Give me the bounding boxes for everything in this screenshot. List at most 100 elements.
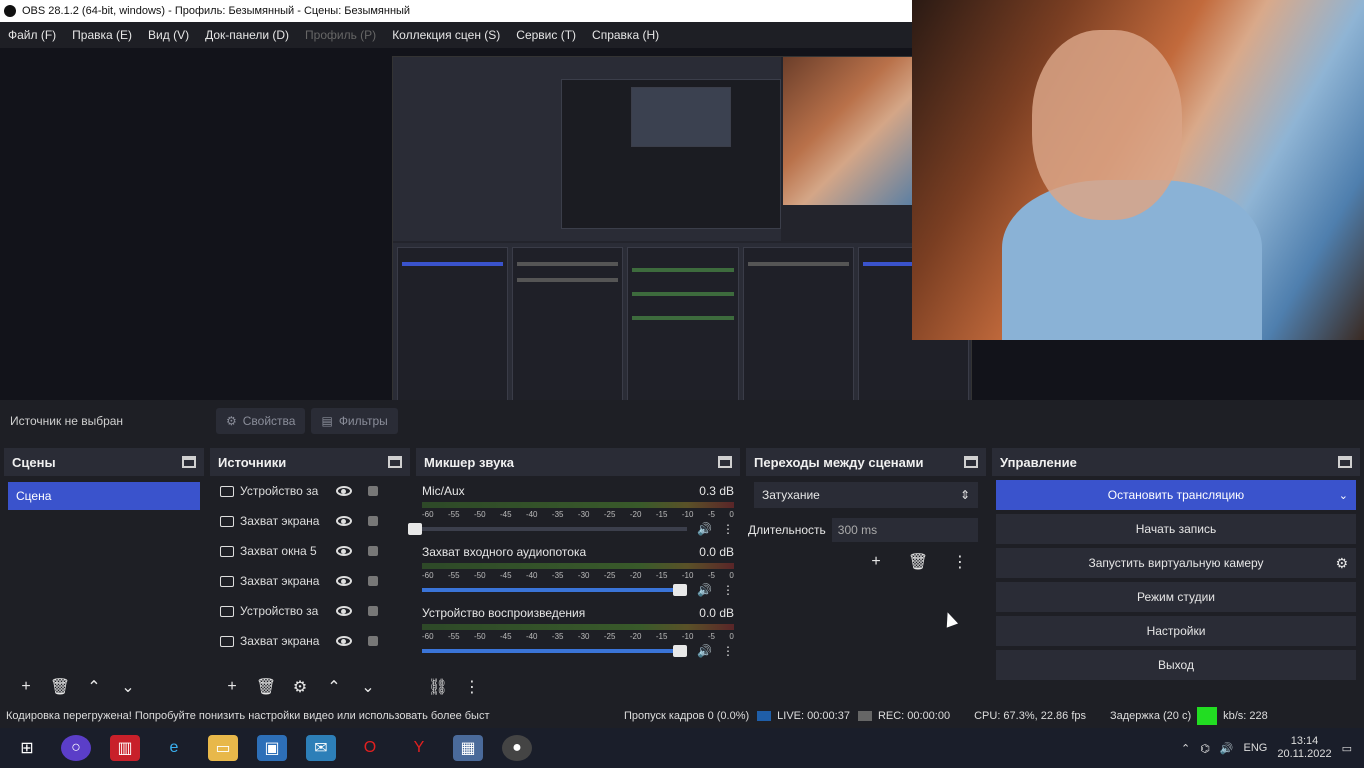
chevron-up-icon[interactable]: ⌃ — [1181, 742, 1190, 755]
controls-title: Управление — [1000, 454, 1077, 470]
menu-help[interactable]: Справка (H) — [592, 28, 659, 42]
move-down-icon[interactable]: ⌄ — [358, 677, 378, 697]
lock-icon[interactable] — [368, 606, 378, 616]
source-item[interactable]: Захват экрана — [210, 626, 410, 656]
lock-icon[interactable] — [368, 546, 378, 556]
visibility-eye-icon[interactable] — [336, 636, 352, 646]
move-down-icon[interactable]: ⌄ — [118, 677, 138, 697]
meter-tick: -55 — [447, 571, 460, 580]
edge-icon[interactable]: e — [159, 735, 189, 761]
stop-stream-button[interactable]: Остановить трансляцию ⌄ — [996, 480, 1356, 510]
move-up-icon[interactable]: ⌃ — [84, 677, 104, 697]
undock-icon[interactable] — [182, 456, 196, 468]
scene-item[interactable]: Сцена — [8, 482, 200, 510]
start-record-button[interactable]: Начать запись — [996, 514, 1356, 544]
chevron-down-icon[interactable]: ⌄ — [1339, 489, 1348, 502]
lock-icon[interactable] — [368, 636, 378, 646]
speaker-icon[interactable]: 🔊 — [697, 522, 712, 536]
undock-icon[interactable] — [1338, 456, 1352, 468]
channel-level: 0.0 dB — [699, 606, 734, 620]
network-icon[interactable]: ⌬ — [1200, 742, 1210, 755]
webcam-feed — [912, 0, 1364, 340]
volume-slider[interactable] — [422, 584, 688, 596]
add-icon[interactable]: + — [222, 677, 242, 697]
cortana-icon[interactable]: ○ — [61, 735, 91, 761]
virtual-camera-button[interactable]: Запустить виртуальную камеру ⚙ — [996, 548, 1356, 578]
undock-icon[interactable] — [964, 456, 978, 468]
move-up-icon[interactable]: ⌃ — [324, 677, 344, 697]
more-icon[interactable]: ⋮ — [722, 583, 734, 597]
trash-icon[interactable]: 🗑 — [256, 677, 276, 697]
yandex-icon[interactable]: Y — [404, 735, 434, 761]
transitions-dock: Переходы между сценами Затухание ⇕ Длите… — [746, 448, 986, 702]
link-icon[interactable]: ⛓ — [428, 677, 448, 697]
properties-button[interactable]: ⚙ Свойства — [216, 408, 306, 434]
trash-icon[interactable]: 🗑 — [50, 677, 70, 697]
windows-start-icon[interactable]: ⊞ — [12, 735, 42, 761]
transitions-header: Переходы между сценами — [746, 448, 986, 476]
exit-button[interactable]: Выход — [996, 650, 1356, 680]
lock-icon[interactable] — [368, 516, 378, 526]
add-icon[interactable]: + — [16, 677, 36, 697]
gear-icon[interactable]: ⚙ — [290, 677, 310, 697]
meter-tick: -50 — [473, 571, 486, 580]
status-bar: Кодировка перегружена! Попробуйте понизи… — [0, 704, 1364, 728]
more-icon[interactable]: ⋮ — [950, 552, 970, 572]
menu-file[interactable]: Файл (F) — [8, 28, 56, 42]
opera-icon[interactable]: O — [355, 735, 385, 761]
speaker-icon[interactable]: 🔊 — [697, 583, 712, 597]
visibility-eye-icon[interactable] — [336, 516, 352, 526]
menu-docks[interactable]: Док-панели (D) — [205, 28, 289, 42]
more-icon[interactable]: ⋮ — [722, 644, 734, 658]
volume-slider[interactable] — [408, 523, 688, 535]
visibility-eye-icon[interactable] — [336, 546, 352, 556]
mail-icon[interactable]: ✉ — [306, 735, 336, 761]
speaker-icon[interactable]: 🔊 — [697, 644, 712, 658]
volume-icon[interactable]: 🔊 — [1220, 742, 1234, 755]
filters-button[interactable]: ▤ Фильтры — [311, 408, 398, 434]
visibility-eye-icon[interactable] — [336, 606, 352, 616]
obs-taskbar-icon[interactable]: ● — [502, 735, 532, 761]
meter-tick: -50 — [473, 510, 486, 519]
menu-tools[interactable]: Сервис (T) — [516, 28, 576, 42]
source-item[interactable]: Устройство за — [210, 596, 410, 626]
source-item[interactable]: Захват окна 5 — [210, 536, 410, 566]
screen-app-icon[interactable]: ▦ — [453, 735, 483, 761]
virtual-camera-label: Запустить виртуальную камеру — [1088, 556, 1264, 570]
sources-footer: + 🗑 ⚙ ⌃ ⌄ — [210, 672, 410, 702]
visibility-eye-icon[interactable] — [336, 576, 352, 586]
clock[interactable]: 13:14 20.11.2022 — [1277, 735, 1331, 761]
trash-icon[interactable]: 🗑 — [908, 552, 928, 572]
notifications-icon[interactable]: ▭ — [1342, 742, 1352, 755]
source-item[interactable]: Захват экрана — [210, 566, 410, 596]
settings-button[interactable]: Настройки — [996, 616, 1356, 646]
more-icon[interactable]: ⋮ — [462, 677, 482, 697]
menu-edit[interactable]: Правка (E) — [72, 28, 132, 42]
studio-mode-button[interactable]: Режим студии — [996, 582, 1356, 612]
store-icon[interactable]: ▥ — [110, 735, 140, 761]
source-name: Устройство за — [240, 604, 319, 618]
meter-tick: -55 — [447, 510, 460, 519]
transition-select[interactable]: Затухание ⇕ — [754, 482, 978, 508]
channel-level: 0.0 dB — [699, 545, 734, 559]
volume-slider[interactable] — [422, 645, 688, 657]
menu-scene-collection[interactable]: Коллекция сцен (S) — [392, 28, 500, 42]
more-icon[interactable]: ⋮ — [722, 522, 734, 536]
app-icon[interactable]: ▣ — [257, 735, 287, 761]
undock-icon[interactable] — [718, 456, 732, 468]
lang-indicator[interactable]: ENG — [1244, 742, 1268, 754]
visibility-eye-icon[interactable] — [336, 486, 352, 496]
undock-icon[interactable] — [388, 456, 402, 468]
gear-icon[interactable]: ⚙ — [1335, 555, 1348, 572]
meter-tick: -40 — [525, 571, 538, 580]
source-item[interactable]: Захват экрана — [210, 506, 410, 536]
explorer-icon[interactable]: ▭ — [208, 735, 238, 761]
sources-list: Устройство за Захват экрана Захват окна 5 З… — [210, 476, 410, 656]
duration-input[interactable]: 300 ms — [831, 518, 978, 542]
source-item[interactable]: Устройство за — [210, 476, 410, 506]
add-icon[interactable]: + — [866, 552, 886, 572]
lock-icon[interactable] — [368, 486, 378, 496]
lock-icon[interactable] — [368, 576, 378, 586]
menu-profile[interactable]: Профиль (P) — [305, 28, 376, 42]
menu-view[interactable]: Вид (V) — [148, 28, 189, 42]
